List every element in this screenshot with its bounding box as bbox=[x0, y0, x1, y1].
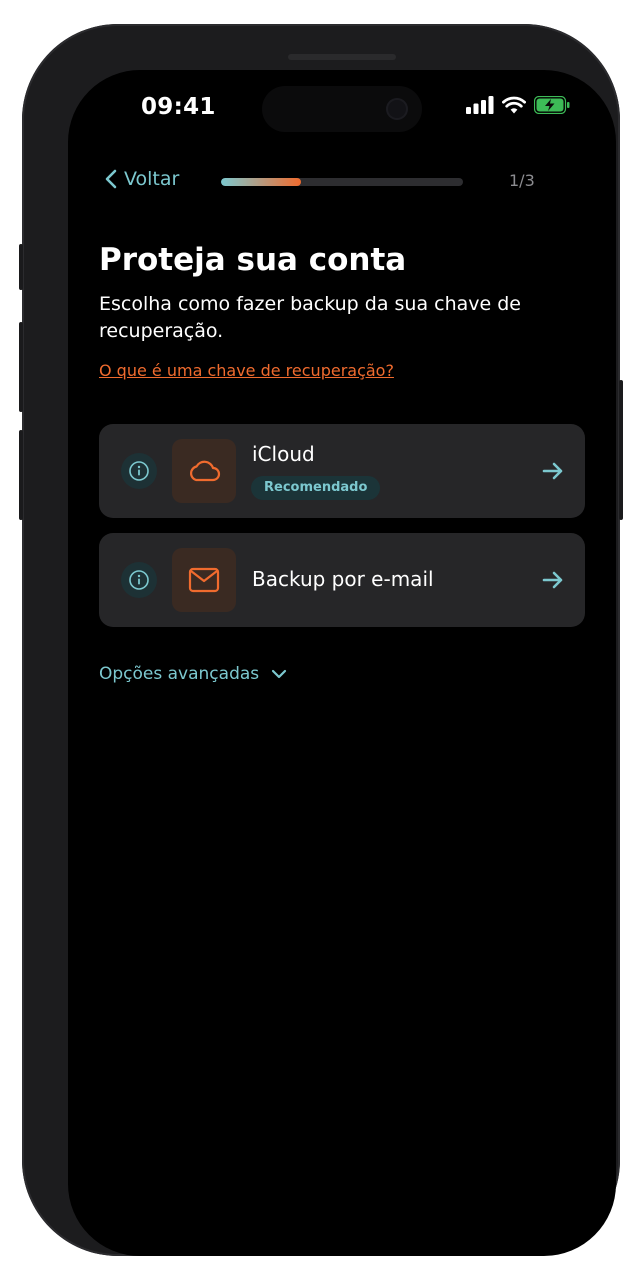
recovery-key-help-link[interactable]: O que é uma chave de recuperação? bbox=[99, 361, 394, 380]
arrow-right-icon bbox=[542, 571, 563, 589]
screen: 09:41 Voltar 1/3 Proteja sua conta Escol… bbox=[68, 70, 616, 1256]
chevron-down-icon bbox=[272, 669, 287, 679]
phone-frame: 09:41 Voltar 1/3 Proteja sua conta Escol… bbox=[19, 24, 623, 1256]
front-camera bbox=[386, 98, 408, 120]
icloud-backup-option[interactable]: iCloud Recomendado bbox=[99, 424, 585, 518]
status-time: 09:41 bbox=[141, 94, 216, 120]
action-button bbox=[19, 244, 23, 290]
option-label: Backup por e-mail bbox=[252, 567, 434, 591]
cloud-icon bbox=[190, 460, 221, 482]
info-button[interactable] bbox=[121, 562, 157, 598]
status-icons bbox=[466, 96, 570, 114]
mail-icon-tile bbox=[172, 548, 236, 612]
cloud-icon-tile bbox=[172, 439, 236, 503]
chevron-left-icon bbox=[105, 169, 117, 189]
volume-down-button bbox=[19, 430, 23, 520]
volume-up-button bbox=[19, 322, 23, 412]
mail-icon bbox=[188, 567, 220, 593]
info-button[interactable] bbox=[121, 453, 157, 489]
arrow-right-icon bbox=[542, 462, 563, 480]
earpiece-speaker bbox=[288, 54, 396, 60]
power-button bbox=[619, 380, 623, 520]
cellular-signal-icon bbox=[466, 96, 494, 114]
info-icon bbox=[129, 570, 149, 590]
battery-charging-icon bbox=[534, 96, 570, 114]
email-backup-option[interactable]: Backup por e-mail bbox=[99, 533, 585, 627]
progress-bar bbox=[221, 178, 463, 186]
dynamic-island bbox=[262, 86, 422, 132]
page-subtitle: Escolha como fazer backup da sua chave d… bbox=[99, 293, 521, 342]
advanced-options-toggle[interactable]: Opções avançadas bbox=[99, 664, 287, 684]
recommended-badge: Recomendado bbox=[251, 476, 381, 500]
page-title: Proteja sua conta bbox=[99, 242, 407, 278]
back-label: Voltar bbox=[124, 168, 180, 190]
option-label: iCloud bbox=[252, 442, 315, 466]
advanced-options-label: Opções avançadas bbox=[99, 664, 260, 684]
back-button[interactable]: Voltar bbox=[104, 168, 179, 190]
wifi-icon bbox=[502, 96, 526, 114]
progress-fill bbox=[221, 178, 301, 186]
info-icon bbox=[129, 461, 149, 481]
step-indicator: 1/3 bbox=[509, 171, 535, 190]
